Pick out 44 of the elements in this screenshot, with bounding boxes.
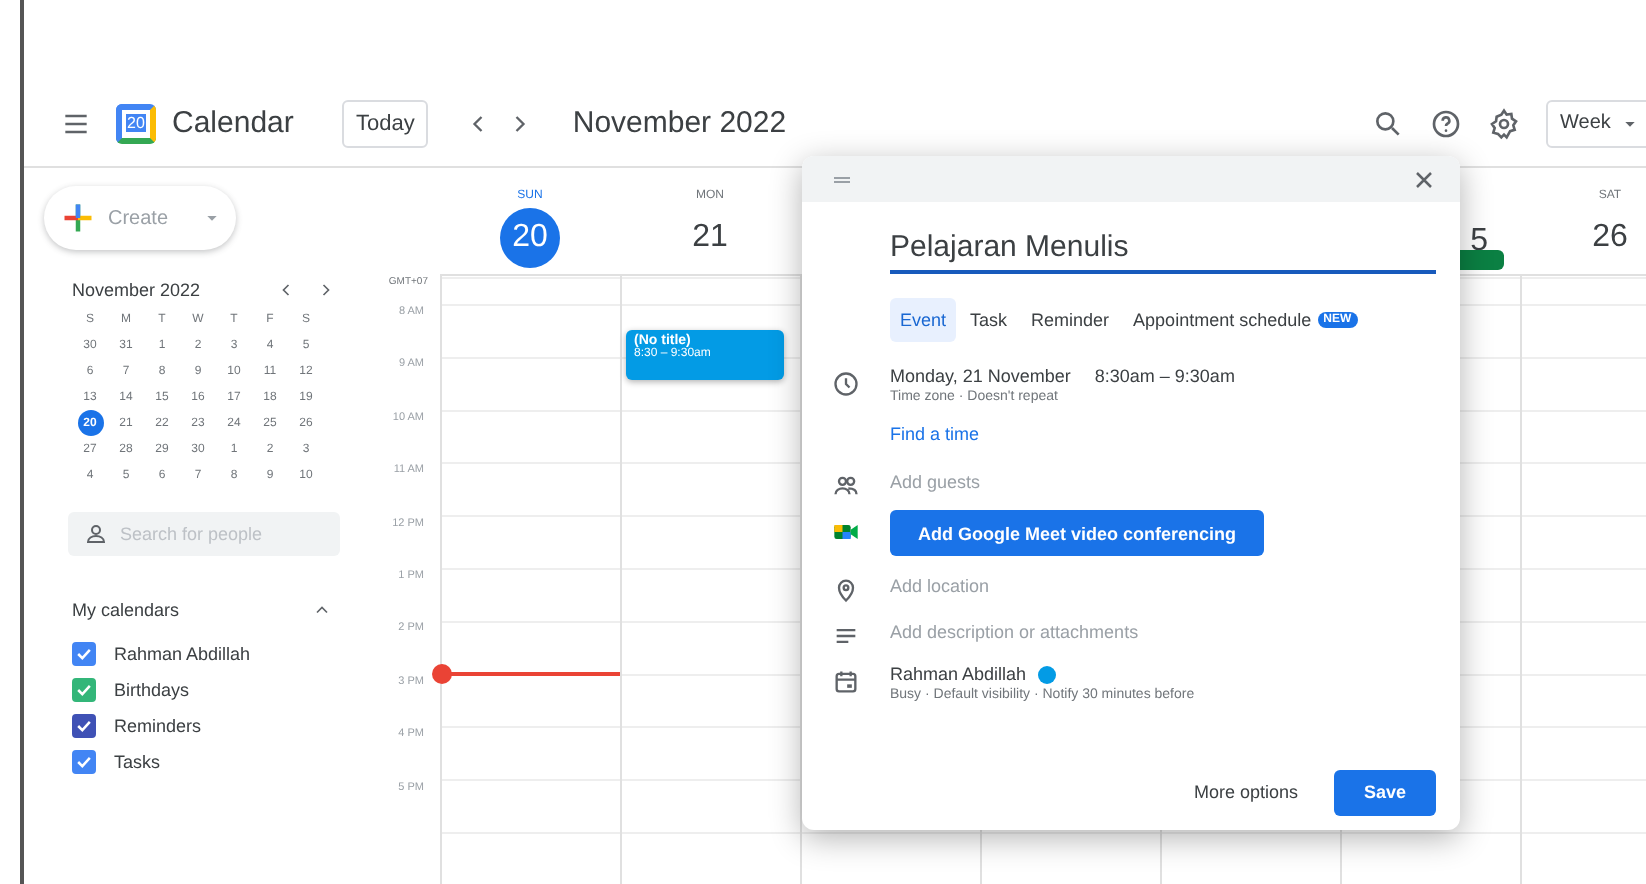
meet-button[interactable]: Add Google Meet video conferencing — [890, 510, 1264, 556]
event-date[interactable]: Monday, 21 November — [890, 366, 1071, 386]
calendar-owner[interactable]: Rahman Abdillah — [890, 664, 1027, 684]
period-title: November 2022 — [572, 106, 787, 140]
calendar-name: Reminders — [114, 716, 202, 736]
day-number[interactable]: 5 — [1470, 212, 1488, 272]
more-options-button[interactable]: More options — [1177, 770, 1314, 814]
day-number[interactable]: 26 — [1580, 208, 1640, 268]
plus-icon — [60, 200, 96, 236]
calendar-checkbox[interactable] — [72, 750, 96, 774]
app-name: Calendar — [172, 106, 296, 140]
person-icon — [84, 522, 108, 546]
add-location-field[interactable]: Add location — [890, 568, 1436, 596]
settings-icon[interactable] — [1488, 107, 1520, 139]
view-dropdown[interactable]: Week — [1546, 99, 1646, 147]
event-type-tab[interactable]: Event — [890, 298, 957, 342]
help-icon[interactable] — [1430, 107, 1462, 139]
create-button[interactable]: Create — [44, 186, 236, 250]
calendar-checkbox[interactable] — [72, 678, 96, 702]
calendar-checkbox[interactable] — [72, 714, 96, 738]
add-description-field[interactable]: Add description or attachments — [890, 614, 1436, 642]
today-button[interactable]: Today — [342, 99, 429, 147]
mini-calendar-title: November 2022 — [72, 280, 201, 300]
save-button[interactable]: Save — [1334, 769, 1436, 815]
location-pin-icon — [832, 576, 860, 604]
calendar-name: Rahman Abdillah — [114, 644, 251, 664]
event-time-range[interactable]: 8:30am – 9:30am — [1094, 366, 1235, 386]
calendar-name: Tasks — [114, 752, 161, 772]
day-number[interactable]: 21 — [680, 208, 740, 268]
day-number[interactable]: 20 — [500, 208, 560, 268]
search-icon[interactable] — [1372, 107, 1404, 139]
add-guests-field[interactable]: Add guests — [890, 464, 1436, 492]
event-type-tab[interactable]: Task — [960, 298, 1018, 342]
calendar-checkbox[interactable] — [72, 642, 96, 666]
event-type-tab[interactable]: Reminder — [1021, 298, 1120, 342]
close-icon[interactable] — [1412, 167, 1436, 191]
clock-icon — [832, 370, 860, 398]
calendar-icon — [832, 668, 860, 696]
section-title: My calendars — [72, 600, 180, 620]
calendar-logo: 20 — [116, 103, 156, 143]
calendar-name: Birthdays — [114, 680, 190, 700]
find-time-link[interactable]: Find a time — [890, 424, 1436, 444]
people-icon — [832, 472, 860, 500]
caret-icon — [204, 210, 220, 226]
